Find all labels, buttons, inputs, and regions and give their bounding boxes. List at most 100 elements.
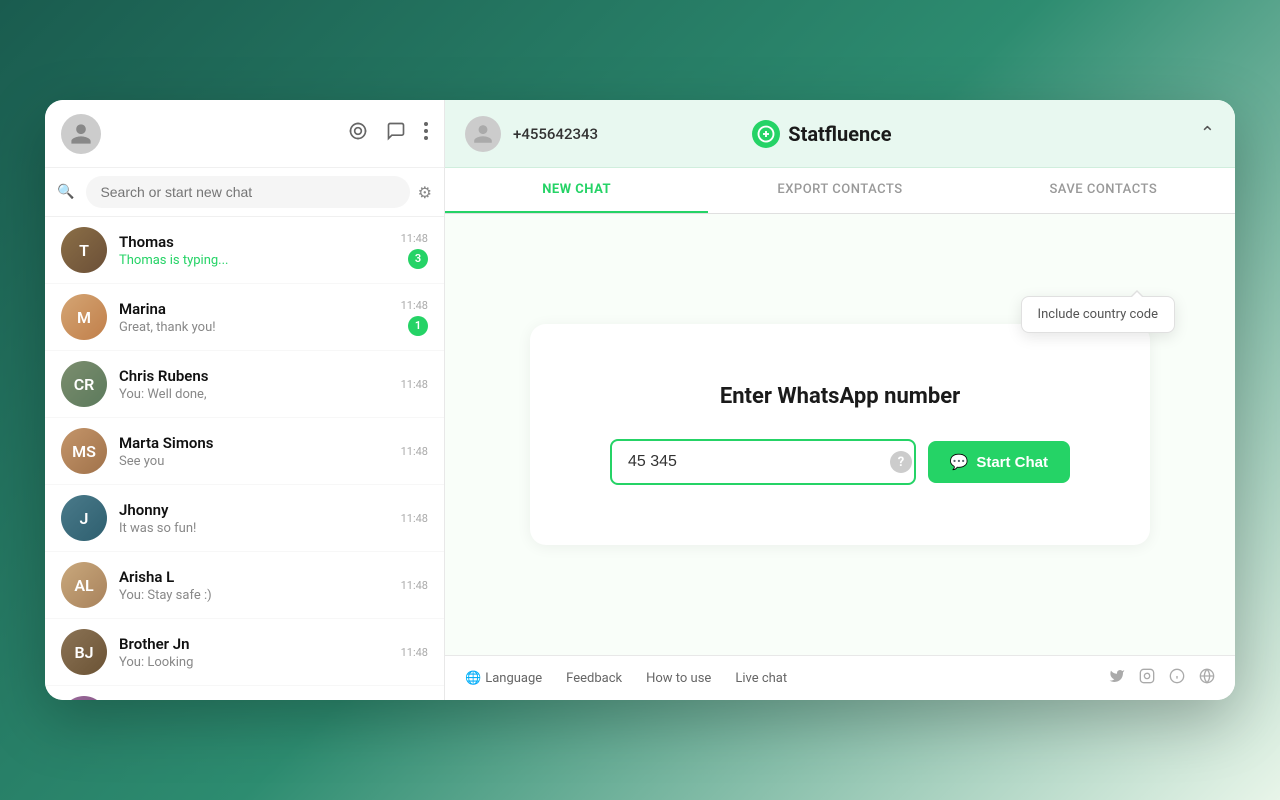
start-chat-label: Start Chat — [976, 454, 1048, 471]
chat-preview-brother: You: Looking — [119, 655, 389, 670]
footer-how-to-use-label: How to use — [646, 671, 711, 686]
chat-item-jhonny[interactable]: J Jhonny It was so fun! 11:48 — [45, 485, 444, 552]
main-panel: +455642343 Statfluence ⌃ NEW CHAT EXPORT… — [445, 100, 1235, 700]
chat-info-chris: Chris Rubens You: Well done, — [119, 367, 389, 402]
chat-list: T Thomas Thomas is typing... 11:48 3 M M… — [45, 217, 444, 700]
header-user-avatar — [465, 116, 501, 152]
new-chat-card: Enter WhatsApp number ? 💬 Start Chat Inc… — [530, 324, 1150, 545]
info-icon[interactable] — [1169, 668, 1185, 688]
footer-language-label: Language — [485, 671, 542, 686]
chat-avatar-chris: CR — [61, 361, 107, 407]
chat-info-marta: Marta Simons See you — [119, 434, 389, 469]
chat-avatar-marta: MS — [61, 428, 107, 474]
footer: 🌐 Language Feedback How to use Live chat — [445, 655, 1235, 700]
help-icon[interactable]: ? — [890, 451, 912, 473]
chat-icon[interactable] — [386, 121, 406, 146]
header-icons — [348, 121, 428, 146]
footer-language[interactable]: 🌐 Language — [465, 671, 542, 686]
chat-time-jhonny: 11:48 — [401, 512, 428, 525]
more-icon[interactable] — [424, 121, 428, 146]
chat-avatar-jhonny: J — [61, 495, 107, 541]
footer-feedback-label: Feedback — [566, 671, 622, 686]
instagram-icon[interactable] — [1139, 668, 1155, 688]
chat-meta-marta: 11:48 — [401, 445, 428, 458]
chat-name-marta: Marta Simons — [119, 434, 389, 452]
chat-info-jhonny: Jhonny It was so fun! — [119, 501, 389, 536]
chat-name-marina: Marina — [119, 300, 389, 318]
chat-name-jhonny: Jhonny — [119, 501, 389, 519]
search-bar: 🔍 ⚙ — [45, 168, 444, 217]
chat-avatar-girlfriend: GF — [61, 696, 107, 700]
chat-item-marina[interactable]: M Marina Great, thank you! 11:48 1 — [45, 284, 444, 351]
chat-name-brother: Brother Jn — [119, 635, 389, 653]
footer-feedback[interactable]: Feedback — [566, 671, 622, 686]
chat-preview-thomas: Thomas is typing... — [119, 253, 389, 268]
chat-avatar-arisha: AL — [61, 562, 107, 608]
chat-preview-chris: You: Well done, — [119, 387, 389, 402]
chat-info-marina: Marina Great, thank you! — [119, 300, 389, 335]
tooltip-arrow — [1130, 290, 1144, 297]
chat-name-chris: Chris Rubens — [119, 367, 389, 385]
chat-preview-marina: Great, thank you! — [119, 320, 389, 335]
chat-meta-thomas: 11:48 3 — [401, 232, 428, 269]
chat-badge-marina: 1 — [408, 316, 428, 336]
chat-name-thomas: Thomas — [119, 233, 389, 251]
sidebar-header — [45, 100, 444, 168]
chat-item-brother[interactable]: BJ Brother Jn You: Looking 11:48 — [45, 619, 444, 686]
chat-item-marta[interactable]: MS Marta Simons See you 11:48 — [45, 418, 444, 485]
footer-live-chat-label: Live chat — [735, 671, 787, 686]
chat-item-chris[interactable]: CR Chris Rubens You: Well done, 11:48 — [45, 351, 444, 418]
chat-name-arisha: Arisha L — [119, 568, 389, 586]
app-window: 🔍 ⚙ T Thomas Thomas is typing... 11:48 3… — [45, 100, 1235, 700]
chat-item-girlfriend[interactable]: GF Girlfriend Love you ❤️ 11:48 — [45, 686, 444, 700]
tabs-bar: NEW CHAT EXPORT CONTACTS SAVE CONTACTS — [445, 168, 1235, 214]
chat-time-arisha: 11:48 — [401, 579, 428, 592]
chat-preview-marta: See you — [119, 454, 389, 469]
phone-number-input[interactable] — [610, 439, 916, 485]
chat-time-marina: 11:48 — [401, 299, 428, 312]
chat-bubble-icon: 💬 — [950, 453, 969, 471]
input-row: ? 💬 Start Chat — [610, 439, 1070, 485]
main-header: +455642343 Statfluence ⌃ — [445, 100, 1235, 168]
chat-avatar-marina: M — [61, 294, 107, 340]
chat-info-arisha: Arisha L You: Stay safe :) — [119, 568, 389, 603]
chat-item-arisha[interactable]: AL Arisha L You: Stay safe :) 11:48 — [45, 552, 444, 619]
search-input[interactable] — [86, 176, 409, 208]
footer-live-chat[interactable]: Live chat — [735, 671, 787, 686]
notifications-icon[interactable] — [348, 121, 368, 146]
brand-logo-area: Statfluence — [752, 120, 891, 148]
tab-export-contacts[interactable]: EXPORT CONTACTS — [708, 168, 971, 213]
twitter-icon[interactable] — [1109, 668, 1125, 688]
tab-content-new-chat: Enter WhatsApp number ? 💬 Start Chat Inc… — [445, 214, 1235, 655]
tooltip-text: Include country code — [1038, 307, 1158, 322]
chat-meta-arisha: 11:48 — [401, 579, 428, 592]
chat-meta-jhonny: 11:48 — [401, 512, 428, 525]
filter-icon[interactable]: ⚙ — [418, 183, 432, 202]
footer-how-to-use[interactable]: How to use — [646, 671, 711, 686]
brand-name: Statfluence — [788, 122, 891, 146]
chevron-up-icon[interactable]: ⌃ — [1200, 123, 1215, 144]
chat-item-thomas[interactable]: T Thomas Thomas is typing... 11:48 3 — [45, 217, 444, 284]
chat-meta-chris: 11:48 — [401, 378, 428, 391]
chat-avatar-thomas: T — [61, 227, 107, 273]
chat-meta-marina: 11:48 1 — [401, 299, 428, 336]
brand-icon — [752, 120, 780, 148]
start-chat-button[interactable]: 💬 Start Chat — [928, 441, 1070, 483]
user-avatar — [61, 114, 101, 154]
chat-time-brother: 11:48 — [401, 646, 428, 659]
chat-time-marta: 11:48 — [401, 445, 428, 458]
chat-info-thomas: Thomas Thomas is typing... — [119, 233, 389, 268]
chat-preview-arisha: You: Stay safe :) — [119, 588, 389, 603]
footer-social-icons — [1109, 668, 1215, 688]
sidebar: 🔍 ⚙ T Thomas Thomas is typing... 11:48 3… — [45, 100, 445, 700]
language-icon: 🌐 — [465, 671, 481, 686]
tooltip-include-country: Include country code — [1021, 296, 1175, 333]
chat-badge-thomas: 3 — [408, 249, 428, 269]
tab-save-contacts[interactable]: SAVE CONTACTS — [972, 168, 1235, 213]
tab-new-chat[interactable]: NEW CHAT — [445, 168, 708, 213]
chat-preview-jhonny: It was so fun! — [119, 521, 389, 536]
chat-time-chris: 11:48 — [401, 378, 428, 391]
globe-icon[interactable] — [1199, 668, 1215, 688]
chat-info-brother: Brother Jn You: Looking — [119, 635, 389, 670]
search-icon: 🔍 — [57, 184, 74, 200]
